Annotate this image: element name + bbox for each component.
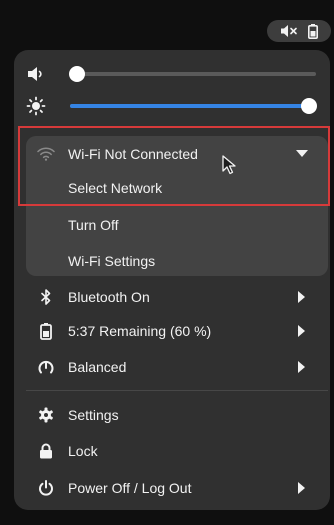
chevron-right-icon [290,482,314,494]
lock-row[interactable]: Lock [26,433,328,469]
volume-knob[interactable] [69,66,86,82]
volume-icon [28,67,42,81]
brightness-slider[interactable] [26,94,317,118]
muted-volume-icon [281,25,297,37]
brightness-icon [26,96,46,116]
battery-row[interactable]: 5:37 Remaining (60 %) [26,313,328,349]
top-bar [0,0,334,44]
brightness-fill [70,104,309,108]
highlight-box [18,126,330,206]
bluetooth-label: Bluetooth On [68,289,150,305]
power-off-row[interactable]: Power Off / Log Out [26,470,328,506]
volume-slider[interactable] [26,62,316,86]
wifi-settings-label: Wi-Fi Settings [68,253,156,269]
power-mode-label: Balanced [68,359,127,375]
lock-icon [36,443,56,459]
battery-icon [36,322,56,340]
chevron-right-icon [290,361,314,373]
power-icon [36,480,56,496]
chevron-right-icon [290,291,314,303]
bluetooth-row[interactable]: Bluetooth On [26,279,328,315]
wifi-turn-off-label: Turn Off [68,217,119,233]
battery-icon [308,23,318,39]
chevron-right-icon [290,325,314,337]
lock-label: Lock [68,443,98,459]
gear-icon [36,407,56,423]
brightness-track[interactable] [70,98,317,114]
brightness-knob[interactable] [300,98,317,114]
power-mode-icon [36,359,56,375]
volume-track[interactable] [69,66,316,82]
menu-divider [26,390,328,391]
power-mode-row[interactable]: Balanced [26,349,328,385]
wifi-turn-off[interactable]: Turn Off [26,207,328,243]
power-off-label: Power Off / Log Out [68,480,192,496]
system-tray[interactable] [267,20,331,42]
battery-label: 5:37 Remaining (60 %) [68,323,212,339]
mouse-cursor-icon [222,155,236,175]
settings-row[interactable]: Settings [26,397,328,433]
wifi-settings[interactable]: Wi-Fi Settings [26,243,328,279]
settings-label: Settings [68,407,119,423]
bluetooth-icon [36,289,56,305]
